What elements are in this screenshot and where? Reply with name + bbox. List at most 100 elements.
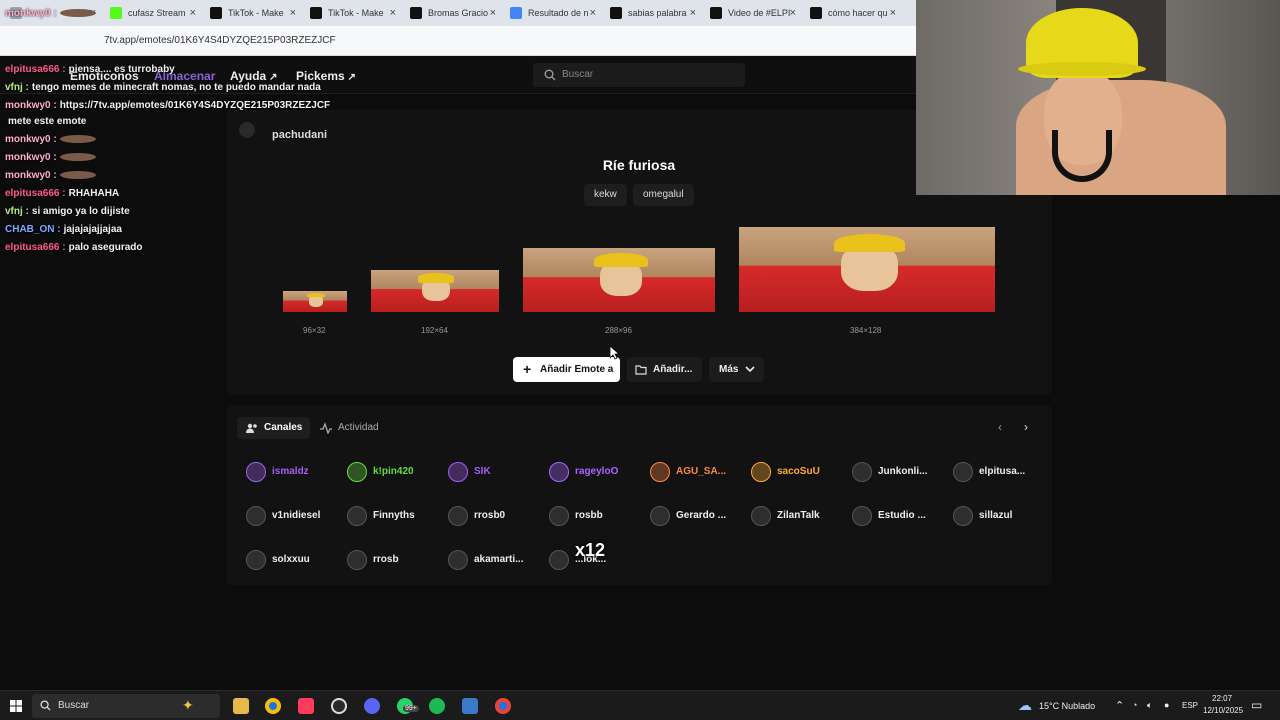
chat-emote-image (59, 171, 96, 180)
browser-tab[interactable]: Bromas Gracio × (400, 0, 500, 26)
browser-tab[interactable]: cómo hacer qu × (800, 0, 900, 26)
chat-username: vfnj : (5, 82, 29, 93)
browser-tab[interactable]: Resultado de n × (500, 0, 600, 26)
emote-tag[interactable]: kekw (584, 184, 627, 206)
browser-tab[interactable]: Video de #ELPI × (700, 0, 800, 26)
microphone-icon[interactable]: ● (1164, 700, 1169, 710)
channel-avatar (448, 506, 468, 526)
channel-item[interactable]: akamarti... (448, 550, 544, 572)
channel-name: SIK (474, 466, 491, 477)
channel-item[interactable]: AGU_SA... (650, 462, 746, 484)
channel-avatar (246, 506, 266, 526)
chat-message: monkwy0 : (5, 152, 96, 163)
chevron-up-icon[interactable]: ⌃ (1115, 699, 1124, 712)
channel-item[interactable]: rrosb0 (448, 506, 544, 528)
channel-item[interactable]: Finnyths (347, 506, 443, 528)
tiktok-icon[interactable] (298, 698, 314, 714)
chat-emote-image (59, 153, 96, 162)
channel-item[interactable]: rageyloO (549, 462, 645, 484)
windows-taskbar: Buscar ✦ 99+ ☁ 15°C Nublado ⌃ ◔ 🔈︎ ● ESP… (0, 690, 1280, 720)
channel-name: solxxuu (272, 554, 310, 565)
tab-activity[interactable]: Actividad (320, 417, 390, 439)
spotify-icon[interactable] (429, 698, 445, 714)
add-emote-label: Añadir Emote a (540, 364, 614, 375)
channel-item[interactable]: Junkonli... (852, 462, 948, 484)
chat-text: tengo memes de minecraft nomas, no te pu… (31, 82, 321, 93)
channel-name: Finnyths (373, 510, 415, 521)
channel-item[interactable]: ismaldz (246, 462, 342, 484)
channel-item[interactable]: elpitusa... (953, 462, 1049, 484)
channel-item[interactable]: Gerardo ... (650, 506, 746, 528)
app-window-icon[interactable] (462, 698, 478, 714)
channel-item[interactable]: k!pin420 (347, 462, 443, 484)
more-button[interactable]: Más (709, 357, 764, 382)
windows-start-icon[interactable] (10, 700, 22, 712)
chat-message: elpitusa666 : palo asegurado (5, 242, 143, 253)
channel-item[interactable]: rosbb (549, 506, 645, 528)
chat-username: monkwy0 : (5, 8, 57, 19)
more-label: Más (719, 364, 739, 375)
chat-username: monkwy0 : (5, 170, 57, 181)
discord-icon[interactable] (364, 698, 380, 714)
search-icon (40, 700, 51, 711)
add-to-set-button[interactable]: Añadir... (627, 357, 702, 382)
channel-item[interactable]: solxxuu (246, 550, 342, 572)
wifi-icon[interactable]: ◔ (1132, 700, 1137, 710)
file-explorer-icon[interactable] (233, 698, 249, 714)
chrome-icon[interactable] (495, 698, 511, 714)
channel-name: elpitusa... (979, 466, 1026, 477)
chevron-right-icon[interactable]: › (1024, 420, 1028, 434)
close-tab-icon[interactable]: × (690, 0, 696, 26)
tab-label: Resultado de n (528, 8, 589, 18)
close-tab-icon[interactable]: × (390, 0, 396, 26)
channel-item[interactable]: v1nidiesel (246, 506, 342, 528)
channel-name: sacoSuU (777, 466, 820, 477)
taskbar-search[interactable]: Buscar ✦ (32, 694, 220, 718)
channel-name: akamarti... (474, 554, 524, 565)
language-indicator[interactable]: ESP (1182, 701, 1198, 710)
chat-message: elpitusa666 : piensa ... es turrobaby (5, 64, 175, 75)
mouse-cursor-icon (610, 346, 620, 360)
channel-item[interactable]: sillazul (953, 506, 1049, 528)
emote-tag[interactable]: omegalul (633, 184, 694, 206)
chevron-left-icon[interactable]: ‹ (998, 420, 1002, 434)
chat-username: monkwy0 : (5, 100, 57, 111)
channel-name: rrosb (373, 554, 399, 565)
chrome-icon[interactable] (265, 698, 281, 714)
search-placeholder: Buscar (562, 69, 594, 80)
size-label: 192×64 (421, 326, 448, 335)
tab-channels[interactable]: Canales (237, 417, 310, 439)
webcam-overlay (916, 0, 1280, 195)
channel-name: Junkonli... (878, 466, 928, 477)
channel-item[interactable]: rrosb (347, 550, 443, 572)
clock-date[interactable]: 12/10/2025 (1203, 706, 1243, 715)
channel-avatar (347, 506, 367, 526)
add-emote-button[interactable]: + Añadir Emote a (513, 357, 620, 382)
search-icon (544, 69, 556, 81)
tab-label: Bromas Gracio (428, 8, 489, 18)
close-tab-icon[interactable]: × (590, 0, 596, 26)
size-label: 288×96 (605, 326, 632, 335)
obs-icon[interactable] (331, 698, 347, 714)
chat-message: vfnj : si amigo ya lo dijiste (5, 206, 130, 217)
chat-emote-image (59, 135, 96, 144)
channel-avatar (549, 462, 569, 482)
close-tab-icon[interactable]: × (790, 0, 796, 26)
channel-name: ZilanTalk (777, 510, 820, 521)
close-tab-icon[interactable]: × (490, 0, 496, 26)
channel-avatar (549, 506, 569, 526)
browser-tab[interactable]: sabias palabra × (600, 0, 700, 26)
clock-time[interactable]: 22:07 (1212, 694, 1232, 703)
chat-username: vfnj : (5, 206, 29, 217)
channel-item[interactable]: SIK (448, 462, 544, 484)
channel-name: sillazul (979, 510, 1013, 521)
search-input[interactable]: Buscar (533, 63, 745, 87)
chat-text: https://7tv.app/emotes/01K6Y4S4DYZQE215P… (59, 100, 331, 111)
channel-item[interactable]: Estudio ... (852, 506, 948, 528)
speaker-icon[interactable]: 🔈︎ (1147, 700, 1152, 711)
close-tab-icon[interactable]: × (890, 0, 896, 26)
notifications-icon[interactable]: ▭ (1251, 698, 1262, 712)
channel-item[interactable]: sacoSuU (751, 462, 847, 484)
weather-text[interactable]: 15°C Nublado (1039, 701, 1095, 711)
channel-item[interactable]: ZilanTalk (751, 506, 847, 528)
